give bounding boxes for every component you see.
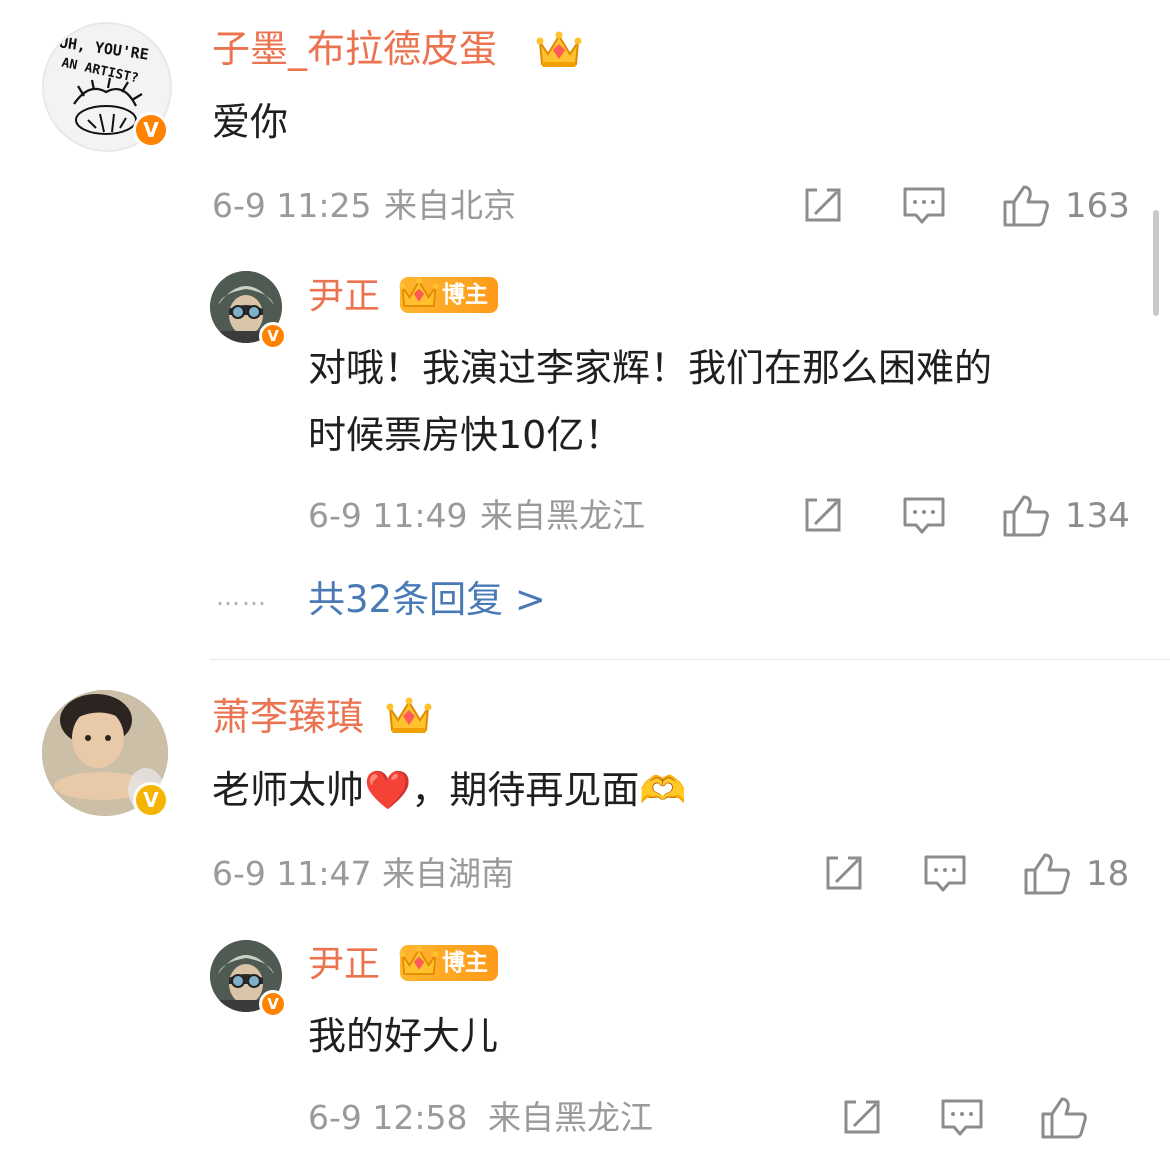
like-count: 163 bbox=[1065, 186, 1130, 226]
like-count: 18 bbox=[1086, 854, 1130, 894]
more-dots: …… bbox=[216, 583, 268, 611]
reply-text: 我的好大儿 bbox=[308, 1014, 499, 1058]
comment-icon[interactable] bbox=[902, 186, 946, 228]
comment-icon[interactable] bbox=[940, 1098, 984, 1140]
comment-icon[interactable] bbox=[923, 854, 967, 896]
share-icon[interactable] bbox=[822, 854, 866, 894]
share-icon[interactable] bbox=[801, 186, 845, 226]
share-icon[interactable] bbox=[840, 1098, 884, 1138]
like-count: 134 bbox=[1065, 496, 1130, 536]
divider bbox=[210, 659, 1170, 660]
crown-icon bbox=[399, 277, 439, 307]
username[interactable]: 尹正 bbox=[308, 274, 380, 320]
reply-text-line2: 时候票房快10亿！ bbox=[308, 413, 623, 457]
comment-location: 来自北京 bbox=[384, 186, 516, 225]
username[interactable]: 尹正 bbox=[308, 942, 380, 988]
comment-time: 6-9 11:25 bbox=[212, 186, 372, 225]
crown-icon bbox=[386, 697, 432, 733]
crown-icon bbox=[399, 945, 439, 975]
like-icon[interactable] bbox=[1002, 494, 1050, 538]
comment-icon[interactable] bbox=[902, 496, 946, 538]
verified-badge: V bbox=[259, 322, 287, 350]
reply-location: 来自黑龙江 bbox=[480, 496, 645, 535]
username[interactable]: 萧李臻瑱 bbox=[212, 694, 364, 740]
comment-location: 来自湖南 bbox=[382, 854, 514, 893]
more-replies-link[interactable]: 共32条回复 > bbox=[308, 578, 546, 622]
comment-time: 6-9 11:47 bbox=[212, 854, 372, 893]
reply-time: 6-9 11:49 bbox=[308, 496, 468, 535]
comment-text: 爱你 bbox=[212, 100, 289, 144]
crown-icon bbox=[536, 31, 582, 67]
scrollbar[interactable] bbox=[1153, 210, 1159, 316]
reply-text-line1: 对哦！我演过李家辉！我们在那么困难的 bbox=[308, 346, 993, 390]
reply-time: 6-9 12:58 bbox=[308, 1098, 468, 1137]
like-icon[interactable] bbox=[1002, 184, 1050, 228]
verified-badge: V bbox=[259, 990, 287, 1018]
like-icon[interactable] bbox=[1023, 852, 1071, 896]
verified-badge: V bbox=[133, 112, 169, 148]
reply-location: 来自黑龙江 bbox=[488, 1098, 653, 1137]
username[interactable]: 子墨_布拉德皮蛋 bbox=[212, 26, 497, 72]
comment-text: 老师太帅❤️，期待再见面🫶 bbox=[212, 768, 687, 812]
verified-badge: V bbox=[133, 782, 169, 818]
like-icon[interactable] bbox=[1040, 1096, 1088, 1140]
share-icon[interactable] bbox=[801, 496, 845, 536]
